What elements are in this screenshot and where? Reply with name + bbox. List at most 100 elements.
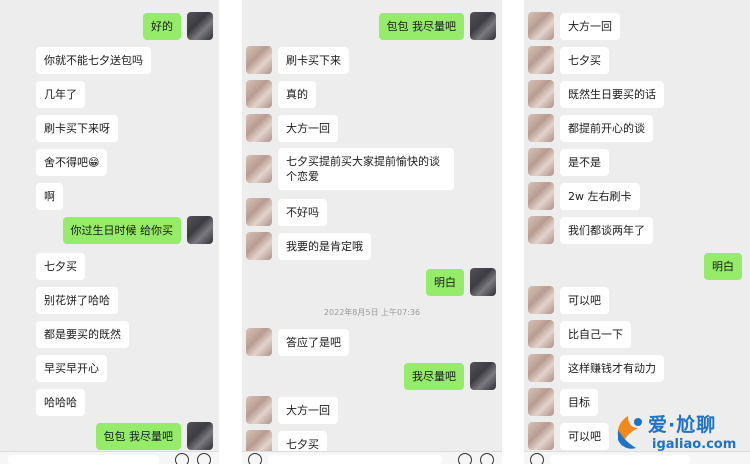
chat-panel-1: 好的 你就不能七夕送包吗 几年了 刷卡买下来呀 舍不得吧😁 啊 你过生日时候 给… [0,0,219,464]
avatar [528,12,554,40]
message-received: 大方一回 [528,12,620,40]
voice-icon[interactable] [248,453,262,464]
avatar [528,422,554,450]
avatar [246,198,272,226]
avatar [528,320,554,348]
message-received: 七夕买 [528,46,609,74]
message-bubble[interactable]: 都提前开心的谈 [560,114,653,142]
message-bubble[interactable]: 2w 左右刷卡 [560,182,640,210]
message-received: 目标 [528,388,598,416]
message-received: 答应了是吧 [246,328,349,356]
avatar [246,396,272,424]
avatar [187,216,213,244]
message-bubble[interactable]: 既然生日要买的话 [560,80,664,108]
message-text: 舍不得吧 [44,155,88,169]
avatar [470,268,496,296]
message-bubble[interactable]: 明白 [426,268,464,296]
message-received: 2w 左右刷卡 [528,182,640,210]
message-sent: 我尽量吧 [404,362,496,390]
message-received: 我要的是肯定哦 [246,232,371,260]
avatar [470,362,496,390]
message-sent: 包包 我尽量吧 [378,12,496,40]
emoji-icon[interactable] [175,453,189,464]
message-input[interactable] [268,455,442,464]
avatar [187,422,213,450]
message-bubble[interactable]: 刷卡买下来呀 [36,114,118,142]
message-bubble[interactable]: 包包 我尽量吧 [378,12,464,40]
message-received: 哈哈哈 [4,388,85,416]
message-bubble[interactable]: 你就不能七夕送包吗 [36,46,151,74]
avatar [246,46,272,74]
input-bar [0,451,219,464]
avatar [528,286,554,314]
message-bubble[interactable]: 比自己一下 [560,320,631,348]
avatar [528,354,554,382]
emoji-icon[interactable] [458,453,472,464]
message-received: 真的 [246,80,316,108]
avatar [246,328,272,356]
message-bubble[interactable]: 大方一回 [278,114,338,142]
watermark-logo-icon [617,416,642,449]
message-bubble[interactable]: 早买早开心 [36,354,107,382]
message-bubble[interactable]: 哈哈哈 [36,388,85,416]
watermark-title: 爱·尬聊 [648,414,717,436]
avatar [528,388,554,416]
message-bubble[interactable]: 你过生日时候 给你买 [62,216,181,244]
message-received: 刷卡买下来 [246,46,349,74]
avatar [528,80,554,108]
message-received: 大方一回 [246,114,338,142]
message-bubble[interactable]: 目标 [560,388,598,416]
plus-icon[interactable] [480,453,494,464]
avatar [528,114,554,142]
message-bubble[interactable]: 是不是 [560,148,609,176]
message-bubble[interactable]: 不好吗 [278,198,327,226]
avatar [246,155,272,183]
message-bubble[interactable]: 可以吧 [560,422,609,450]
message-bubble[interactable]: 别花饼了哈哈 [36,286,118,314]
message-bubble[interactable]: 七夕买 [36,252,85,280]
avatar [528,182,554,210]
message-bubble[interactable]: 七夕买 [560,46,609,74]
message-bubble[interactable]: 大方一回 [278,396,338,424]
message-received: 既然生日要买的话 [528,80,664,108]
message-bubble[interactable]: 我要的是肯定哦 [278,232,371,260]
message-bubble[interactable]: 可以吧 [560,286,609,314]
message-bubble[interactable]: 我尽量吧 [404,362,464,390]
message-bubble[interactable]: 真的 [278,80,316,108]
avatar [528,46,554,74]
grin-emoji-icon: 😁 [88,155,100,169]
timestamp: 2022年8月5日 上午07:36 [323,308,421,317]
plus-icon[interactable] [197,453,211,464]
message-received: 可以吧 [528,422,609,450]
avatar [246,80,272,108]
message-received: 不好吗 [246,198,327,226]
avatar [528,148,554,176]
message-bubble[interactable]: 我们都谈两年了 [560,216,653,244]
message-bubble[interactable]: 明白 [704,252,742,280]
voice-icon[interactable] [530,453,544,464]
message-received: 都是要买的既然 [4,320,129,348]
message-input[interactable] [8,455,159,464]
message-sent: 好的 [143,12,213,40]
message-bubble[interactable]: 大方一回 [560,12,620,40]
message-received: 你就不能七夕送包吗 [4,46,151,74]
message-bubble[interactable]: 啊 [36,182,63,210]
watermark-url: igaliao.com [652,437,737,452]
message-received: 比自己一下 [528,320,631,348]
site-watermark: 爱·尬聊 igaliao.com [608,406,746,462]
message-received: 别花饼了哈哈 [4,286,118,314]
message-sent: 包包 我尽量吧 [95,422,213,450]
message-bubble[interactable]: 舍不得吧😁 [36,148,108,176]
message-received: 这样赚钱才有动力 [528,354,664,382]
message-bubble[interactable]: 几年了 [36,80,85,108]
message-bubble[interactable]: 刷卡买下来 [278,46,349,74]
message-bubble[interactable]: 好的 [143,12,181,40]
message-received: 大方一回 [246,396,338,424]
avatar [246,232,272,260]
message-bubble[interactable]: 包包 我尽量吧 [95,422,181,450]
message-bubble[interactable]: 七夕买提前买大家提前愉快的谈个恋爱 [278,148,454,190]
message-bubble[interactable]: 这样赚钱才有动力 [560,354,664,382]
message-bubble[interactable]: 答应了是吧 [278,328,349,356]
message-sent: 明白 [426,268,496,296]
message-bubble[interactable]: 都是要买的既然 [36,320,129,348]
